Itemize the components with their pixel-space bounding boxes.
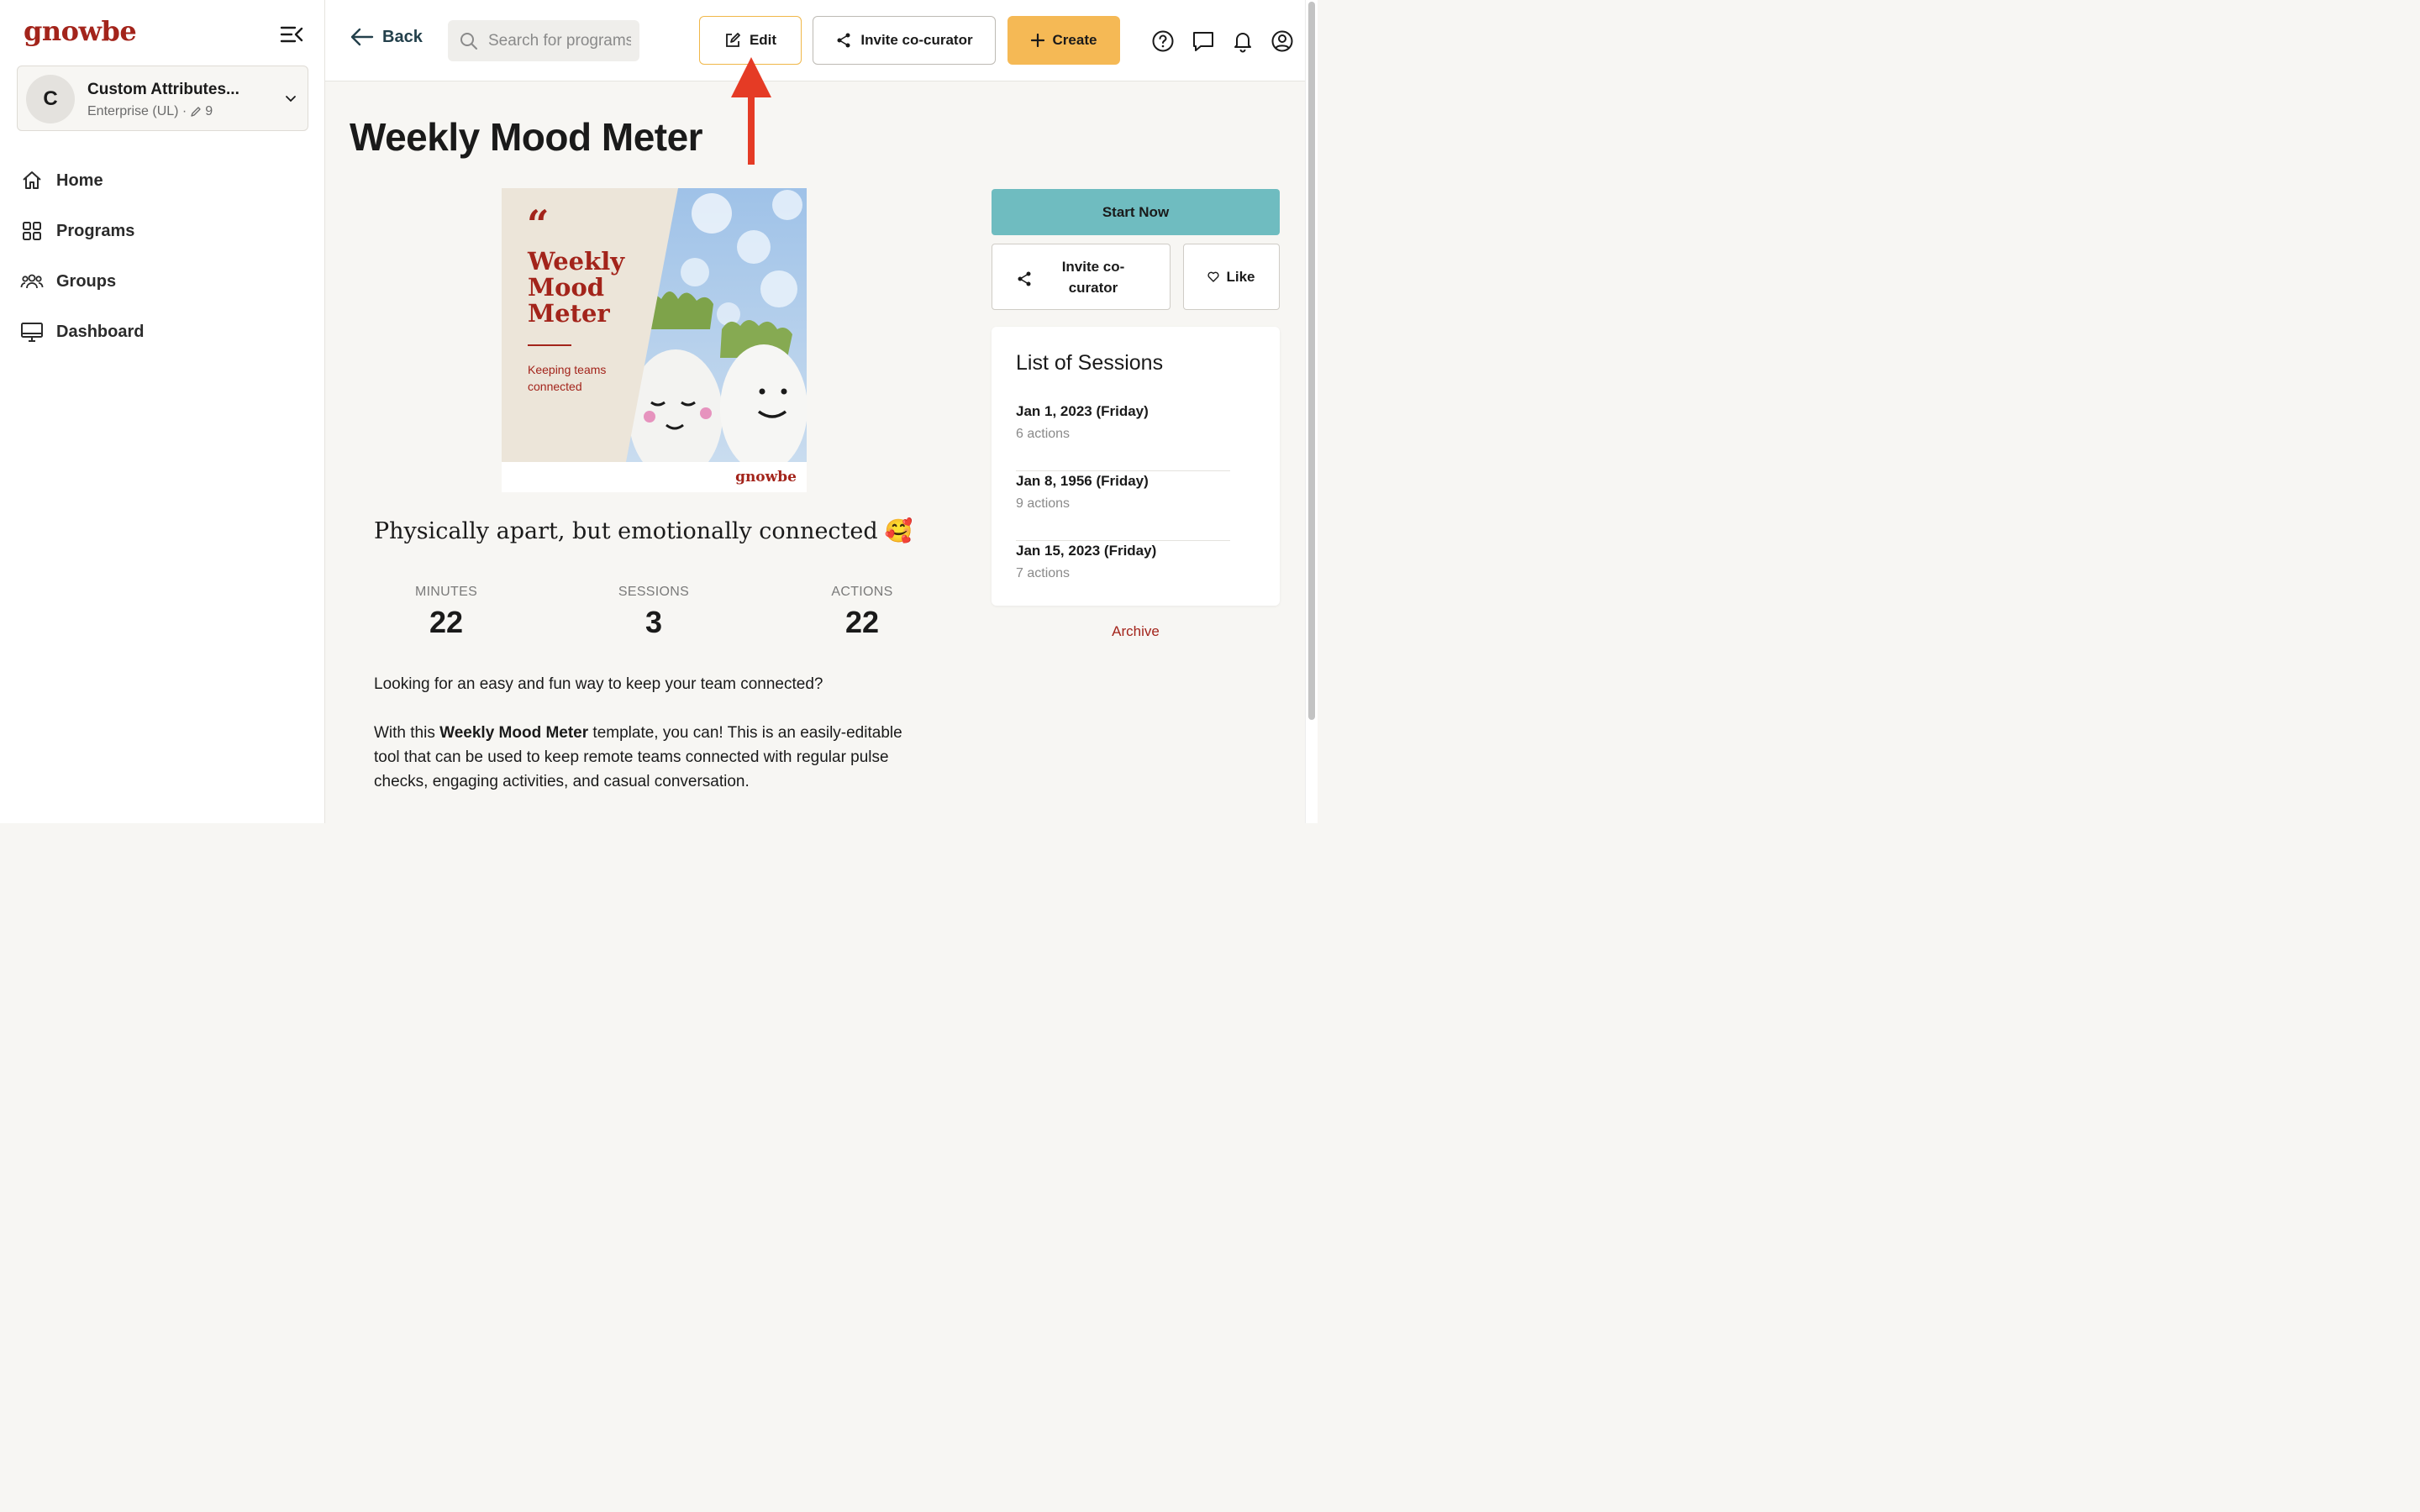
- org-avatar: C: [26, 75, 75, 123]
- tagline-text: Physically apart, but emotionally connec…: [374, 517, 878, 544]
- gnowbe-logo[interactable]: gnowbe: [24, 15, 137, 47]
- page-title: Weekly Mood Meter: [350, 115, 703, 159]
- cover-divider: [528, 344, 571, 346]
- stat-sessions: SESSIONS 3: [587, 585, 721, 640]
- session-actions: 9 actions: [1016, 496, 1071, 511]
- org-plan: Enterprise (UL) ·: [87, 104, 187, 118]
- sidebar-item-home[interactable]: Home: [0, 155, 324, 206]
- cover-brand: gnowbe: [735, 469, 797, 486]
- sidebar-item-programs[interactable]: Programs: [0, 206, 324, 256]
- session-item[interactable]: Jan 15, 2023 (Friday) 7 actions: [1016, 541, 1230, 611]
- sessions-title: List of Sessions: [1016, 351, 1164, 375]
- session-item[interactable]: Jan 1, 2023 (Friday) 6 actions: [1016, 402, 1230, 471]
- help-icon[interactable]: [1151, 29, 1175, 53]
- scrollbar-thumb[interactable]: [1308, 2, 1315, 720]
- search-icon: [460, 32, 477, 50]
- like-button[interactable]: Like: [1183, 244, 1280, 310]
- heart-icon: [1207, 271, 1220, 282]
- top-bar: Back Edit Invite co-curator Create: [325, 0, 1305, 81]
- home-icon: [23, 171, 41, 189]
- chat-icon[interactable]: [1192, 29, 1215, 53]
- stat-label: MINUTES: [414, 585, 478, 599]
- stat-value: 22: [844, 605, 880, 639]
- start-now-button[interactable]: Start Now: [992, 189, 1280, 235]
- users-icon: [20, 274, 44, 289]
- description-paragraph: Looking for an easy and fun way to keep …: [374, 675, 823, 693]
- like-label: Like: [1226, 268, 1255, 285]
- plus-icon: [1030, 34, 1044, 47]
- grid-icon: [23, 222, 41, 240]
- organization-switcher[interactable]: C Custom Attributes... Enterprise (UL) ·…: [17, 66, 308, 131]
- edit-label: Edit: [749, 32, 777, 48]
- description-bold: Weekly Mood Meter: [439, 724, 589, 742]
- share-icon: [837, 33, 850, 48]
- back-button[interactable]: Back: [350, 27, 423, 47]
- monitor-icon: [21, 323, 43, 342]
- annotation-arrow-icon: [731, 57, 771, 165]
- search-input[interactable]: [488, 31, 631, 50]
- session-actions: 6 actions: [1016, 427, 1071, 441]
- invite-co-curator-button[interactable]: Invite co-curator: [813, 16, 996, 65]
- sidebar-nav: Home Programs Groups Dashboard: [0, 155, 324, 357]
- program-tagline: Physically apart, but emotionally connec…: [374, 517, 913, 545]
- sidebar: gnowbe C Custom Attributes... Enterprise…: [0, 0, 325, 823]
- description-text: With this: [374, 724, 440, 742]
- create-button[interactable]: Create: [1007, 16, 1120, 65]
- org-edit-count: 9: [205, 104, 213, 118]
- bell-icon[interactable]: [1231, 29, 1255, 53]
- cover-title: Weekly Mood Meter: [528, 247, 625, 328]
- program-description: Looking for an easy and fun way to keep …: [374, 672, 929, 818]
- cover-quote-mark: “: [527, 202, 550, 247]
- stat-value: 3: [644, 605, 663, 639]
- sidebar-item-groups[interactable]: Groups: [0, 256, 324, 307]
- share-icon: [1018, 271, 1031, 286]
- sidebar-item-dashboard[interactable]: Dashboard: [0, 307, 324, 357]
- archive-link[interactable]: Archive: [992, 623, 1280, 640]
- invite-label: Invite co-curator: [860, 32, 973, 48]
- program-cover-image: “ Weekly Mood Meter Keeping teams connec…: [502, 188, 807, 492]
- stat-label: ACTIONS: [831, 585, 893, 599]
- org-subtitle: Enterprise (UL) · 9: [87, 104, 213, 119]
- search-box: [448, 20, 639, 61]
- session-actions: 7 actions: [1016, 566, 1071, 580]
- invite-co-curator-card-button[interactable]: Invite co-curator: [992, 244, 1171, 310]
- arrow-left-icon: [350, 28, 374, 46]
- account-icon[interactable]: [1270, 29, 1294, 53]
- sessions-panel: List of Sessions Jan 1, 2023 (Friday) 6 …: [992, 327, 1280, 606]
- chevron-down-icon: [286, 96, 296, 102]
- sidebar-item-label: Home: [56, 171, 103, 190]
- session-item[interactable]: Jan 8, 1956 (Friday) 9 actions: [1016, 471, 1230, 541]
- edit-icon: [726, 33, 740, 47]
- stat-value: 22: [429, 605, 464, 639]
- cover-tagline: Keeping teams connected: [528, 363, 607, 393]
- stat-actions: ACTIONS 22: [795, 585, 929, 640]
- page-scrollbar[interactable]: [1305, 0, 1318, 823]
- description-paragraph: With this Weekly Mood Meter template, yo…: [374, 721, 929, 794]
- session-date: Jan 8, 1956 (Friday): [1016, 473, 1149, 489]
- smiling-face-hearts-icon: 🥰: [884, 518, 913, 544]
- org-name: Custom Attributes...: [87, 81, 239, 98]
- session-date: Jan 15, 2023 (Friday): [1016, 543, 1157, 559]
- stat-label: SESSIONS: [618, 585, 690, 599]
- create-label: Create: [1052, 32, 1097, 48]
- sidebar-item-label: Groups: [56, 271, 117, 291]
- session-date: Jan 1, 2023 (Friday): [1016, 403, 1149, 419]
- sidebar-item-label: Programs: [56, 221, 135, 240]
- invite-label: Invite co-curator: [1061, 259, 1125, 296]
- back-label: Back: [382, 27, 423, 46]
- pencil-icon: [191, 107, 201, 117]
- sidebar-item-label: Dashboard: [56, 322, 145, 341]
- collapse-sidebar-icon[interactable]: [279, 24, 304, 45]
- stat-minutes: MINUTES 22: [379, 585, 513, 640]
